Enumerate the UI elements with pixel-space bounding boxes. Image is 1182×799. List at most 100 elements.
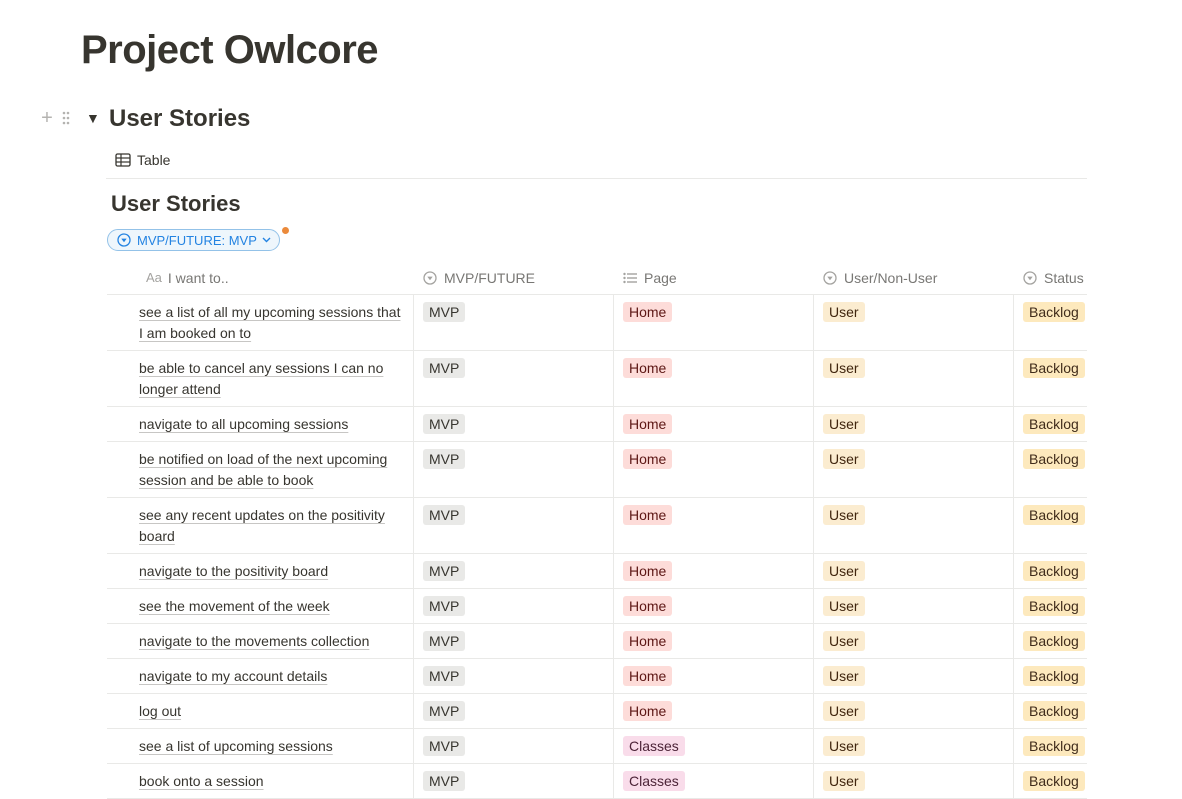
table-row[interactable]: be notified on load of the next upcoming… <box>107 442 1087 498</box>
user-cell[interactable]: User <box>814 729 1014 763</box>
page-cell[interactable]: Home <box>614 498 814 553</box>
mvp-cell[interactable]: MVP <box>414 659 614 693</box>
page-cell[interactable]: Home <box>614 554 814 588</box>
mvp-cell[interactable]: MVP <box>414 498 614 553</box>
story-cell[interactable]: see the movement of the week <box>107 589 414 623</box>
mvp-cell[interactable]: MVP <box>414 554 614 588</box>
column-header-i-want-to[interactable]: Aa I want to.. <box>107 261 414 294</box>
user-cell[interactable]: User <box>814 498 1014 553</box>
user-cell[interactable]: User <box>814 554 1014 588</box>
database-title[interactable]: User Stories <box>111 190 241 218</box>
story-title[interactable]: navigate to all upcoming sessions <box>139 416 348 432</box>
table-row[interactable]: book onto a session MVP Classes User Backlog <box>107 764 1087 799</box>
status-cell[interactable]: Backlog <box>1014 764 1087 798</box>
story-title[interactable]: navigate to my account details <box>139 668 327 684</box>
mvp-cell[interactable]: MVP <box>414 589 614 623</box>
status-cell[interactable]: Backlog <box>1014 407 1087 441</box>
column-header-status[interactable]: Status <box>1014 261 1087 294</box>
story-title[interactable]: see a list of all my upcoming sessions t… <box>139 304 400 341</box>
page-cell[interactable]: Home <box>614 295 814 350</box>
table-row[interactable]: navigate to all upcoming sessions MVP Home… <box>107 407 1087 442</box>
page-cell[interactable]: Home <box>614 589 814 623</box>
user-cell[interactable]: User <box>814 442 1014 497</box>
story-title[interactable]: be able to cancel any sessions I can no … <box>139 360 383 397</box>
story-title[interactable]: be notified on load of the next upcoming… <box>139 451 387 488</box>
column-header-page[interactable]: Page <box>614 261 814 294</box>
plus-icon[interactable]: + <box>38 108 56 128</box>
status-cell[interactable]: Backlog <box>1014 554 1087 588</box>
story-cell[interactable]: be notified on load of the next upcoming… <box>107 442 414 497</box>
user-cell[interactable]: User <box>814 351 1014 406</box>
story-title[interactable]: navigate to the positivity board <box>139 563 328 579</box>
page-cell[interactable]: Home <box>614 624 814 658</box>
story-title[interactable]: see a list of upcoming sessions <box>139 738 333 754</box>
story-cell[interactable]: see a list of all my upcoming sessions t… <box>107 295 414 350</box>
page-cell[interactable]: Classes <box>614 764 814 798</box>
story-cell[interactable]: log out <box>107 694 414 728</box>
mvp-cell[interactable]: MVP <box>414 694 614 728</box>
page-cell[interactable]: Home <box>614 351 814 406</box>
mvp-cell[interactable]: MVP <box>414 407 614 441</box>
status-cell[interactable]: Backlog <box>1014 442 1087 497</box>
story-cell[interactable]: navigate to all upcoming sessions <box>107 407 414 441</box>
story-title[interactable]: log out <box>139 703 181 719</box>
story-title[interactable]: book onto a session <box>139 773 264 789</box>
mvp-cell[interactable]: MVP <box>414 295 614 350</box>
status-cell[interactable]: Backlog <box>1014 694 1087 728</box>
status-cell[interactable]: Backlog <box>1014 498 1087 553</box>
story-cell[interactable]: navigate to the movements collection <box>107 624 414 658</box>
user-cell[interactable]: User <box>814 589 1014 623</box>
story-title[interactable]: see any recent updates on the positivity… <box>139 507 385 544</box>
table-row[interactable]: navigate to the movements collection MVP H… <box>107 624 1087 659</box>
story-cell[interactable]: be able to cancel any sessions I can no … <box>107 351 414 406</box>
table-row[interactable]: navigate to the positivity board MVP Home U… <box>107 554 1087 589</box>
story-title[interactable]: navigate to the movements collection <box>139 633 369 649</box>
mvp-cell[interactable]: MVP <box>414 729 614 763</box>
filter-pill[interactable]: MVP/FUTURE: MVP <box>107 229 280 251</box>
status-cell[interactable]: Backlog <box>1014 589 1087 623</box>
table-row[interactable]: see any recent updates on the positivity… <box>107 498 1087 554</box>
toggle-triangle-icon[interactable]: ▼ <box>86 110 100 126</box>
story-cell[interactable]: navigate to my account details <box>107 659 414 693</box>
table-row[interactable]: navigate to my account details MVP Home Use… <box>107 659 1087 694</box>
page-cell[interactable]: Home <box>614 659 814 693</box>
page-cell[interactable]: Home <box>614 694 814 728</box>
table-row[interactable]: be able to cancel any sessions I can no … <box>107 351 1087 407</box>
table-view-tab[interactable]: Table <box>115 150 170 170</box>
page-cell[interactable]: Home <box>614 442 814 497</box>
table-row[interactable]: log out MVP Home User Backlog <box>107 694 1087 729</box>
status-tag: Backlog <box>1023 596 1085 616</box>
drag-handle-icon[interactable] <box>59 108 73 128</box>
user-tag: User <box>823 701 865 721</box>
mvp-cell[interactable]: MVP <box>414 351 614 406</box>
table-row[interactable]: see a list of upcoming sessions MVP Classe… <box>107 729 1087 764</box>
user-cell[interactable]: User <box>814 659 1014 693</box>
column-header-user-non-user[interactable]: User/Non-User <box>814 261 1014 294</box>
page-cell[interactable]: Classes <box>614 729 814 763</box>
mvp-tag: MVP <box>423 302 466 322</box>
user-cell[interactable]: User <box>814 624 1014 658</box>
mvp-cell[interactable]: MVP <box>414 764 614 798</box>
user-cell[interactable]: User <box>814 295 1014 350</box>
page-tag: Home <box>623 449 673 469</box>
user-cell[interactable]: User <box>814 694 1014 728</box>
mvp-cell[interactable]: MVP <box>414 624 614 658</box>
status-cell[interactable]: Backlog <box>1014 659 1087 693</box>
story-cell[interactable]: see a list of upcoming sessions <box>107 729 414 763</box>
status-cell[interactable]: Backlog <box>1014 624 1087 658</box>
story-cell[interactable]: book onto a session <box>107 764 414 798</box>
table-row[interactable]: see a list of all my upcoming sessions t… <box>107 295 1087 351</box>
status-cell[interactable]: Backlog <box>1014 729 1087 763</box>
user-cell[interactable]: User <box>814 764 1014 798</box>
page-cell[interactable]: Home <box>614 407 814 441</box>
status-cell[interactable]: Backlog <box>1014 295 1087 350</box>
user-cell[interactable]: User <box>814 407 1014 441</box>
story-title[interactable]: see the movement of the week <box>139 598 330 614</box>
status-cell[interactable]: Backlog <box>1014 351 1087 406</box>
toggle-heading[interactable]: User Stories <box>109 103 250 135</box>
column-header-mvp-future[interactable]: MVP/FUTURE <box>414 261 614 294</box>
table-row[interactable]: see the movement of the week MVP Home User B… <box>107 589 1087 624</box>
mvp-cell[interactable]: MVP <box>414 442 614 497</box>
story-cell[interactable]: navigate to the positivity board <box>107 554 414 588</box>
story-cell[interactable]: see any recent updates on the positivity… <box>107 498 414 553</box>
